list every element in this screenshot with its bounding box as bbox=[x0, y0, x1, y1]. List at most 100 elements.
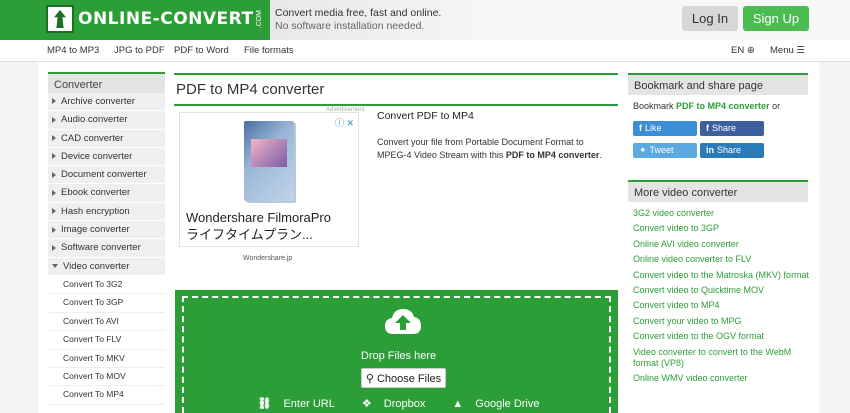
twitter-tweet-button[interactable]: ✦ Tweet bbox=[633, 143, 697, 158]
sidebar-item-device[interactable]: Device converter bbox=[48, 147, 165, 167]
nav-jpg-to-pdf[interactable]: JPG to PDF bbox=[114, 45, 165, 56]
sidebar-item-video[interactable]: Video converter bbox=[48, 257, 165, 276]
sidebar-sub-3g2[interactable]: Convert To 3G2 bbox=[48, 275, 165, 295]
sidebar-item-label: Device converter bbox=[61, 150, 133, 162]
sidebar-item-software[interactable]: Software converter bbox=[48, 239, 165, 258]
logo-text: ONLINE-CONVERT bbox=[78, 9, 254, 29]
sidebar-sub-mov[interactable]: Convert To MOV bbox=[48, 367, 165, 387]
link-mp4[interactable]: Convert video to MP4 bbox=[633, 300, 811, 311]
link-mpg[interactable]: Convert your video to MPG bbox=[633, 316, 811, 327]
cloud-upload-icon bbox=[385, 309, 421, 334]
link-mov[interactable]: Convert video to Quicktime MOV bbox=[633, 285, 811, 296]
dropbox-button[interactable]: ❖ Dropbox bbox=[356, 398, 431, 410]
caret-right-icon bbox=[52, 189, 56, 196]
link-flv[interactable]: Online video converter to FLV bbox=[633, 254, 811, 265]
enter-url-label: Enter URL bbox=[283, 398, 335, 410]
tagline-line-2: No software installation needed. bbox=[275, 20, 425, 32]
facebook-share-button[interactable]: f Share bbox=[700, 121, 764, 136]
language-label: EN bbox=[731, 45, 745, 56]
google-drive-icon: ▲ bbox=[452, 398, 464, 410]
hamburger-icon: ☰ bbox=[796, 45, 805, 56]
sidebar-item-archive[interactable]: Archive converter bbox=[48, 93, 165, 112]
signup-button[interactable]: Sign Up bbox=[743, 6, 809, 31]
link-mkv[interactable]: Convert video to the Matroska (MKV) form… bbox=[633, 270, 811, 281]
drop-zone-border: Drop Files here ⚲ Choose Files ⛓ Enter UR… bbox=[182, 296, 611, 413]
link-3gp[interactable]: Convert video to 3GP bbox=[633, 223, 811, 234]
bookmark-link[interactable]: PDF to MP4 converter bbox=[676, 101, 770, 111]
description-end: . bbox=[599, 149, 602, 160]
tagline: Convert media free, fast and online. No … bbox=[275, 7, 441, 33]
sidebar-sub-avi[interactable]: Convert To AVI bbox=[48, 312, 165, 332]
facebook-icon: f bbox=[706, 123, 709, 133]
ad-source[interactable]: Wondershare.jp bbox=[243, 255, 292, 262]
link-webm[interactable]: Video converter to convert to the WebM f… bbox=[633, 347, 811, 369]
drop-files-label: Drop Files here bbox=[360, 350, 437, 362]
bookmark-text: Bookmark PDF to MP4 converter or bbox=[633, 101, 780, 111]
navbar: MP4 to MP3 JPG to PDF PDF to Word File f… bbox=[0, 40, 850, 62]
sidebar-item-image[interactable]: Image converter bbox=[48, 221, 165, 240]
ad-choices-icon[interactable]: ⓘ ✕ bbox=[335, 116, 354, 129]
menu-button[interactable]: Menu ☰ bbox=[770, 45, 805, 56]
bookmark-prefix: Bookmark bbox=[633, 101, 674, 111]
link-wmv[interactable]: Online WMV video converter bbox=[633, 373, 811, 384]
dropbox-icon: ❖ bbox=[361, 398, 372, 410]
sidebar-item-label: Document converter bbox=[61, 169, 147, 181]
google-drive-button[interactable]: ▲ Google Drive bbox=[446, 398, 545, 410]
file-drop-zone[interactable]: Drop Files here ⚲ Choose Files ⛓ Enter UR… bbox=[175, 290, 618, 413]
sidebar-item-document[interactable]: Document converter bbox=[48, 166, 165, 185]
sidebar-item-label: Ebook converter bbox=[61, 187, 131, 199]
facebook-like-label: Like bbox=[645, 123, 662, 133]
link-icon: ⛓ bbox=[257, 398, 272, 410]
linkedin-share-label: Share bbox=[717, 145, 742, 155]
top-header: ONLINE-CONVERT .COM Convert media free, … bbox=[0, 0, 850, 40]
sidebar-item-label: Audio converter bbox=[61, 114, 128, 126]
facebook-icon: f bbox=[639, 123, 642, 133]
page-title: PDF to MP4 converter bbox=[174, 73, 618, 106]
facebook-like-button[interactable]: f Like bbox=[633, 121, 697, 136]
description-text: Convert your file from Portable Document… bbox=[377, 136, 613, 161]
sidebar-item-label: Image converter bbox=[61, 224, 130, 236]
menu-label: Menu bbox=[770, 45, 794, 56]
language-selector[interactable]: EN ⊕ bbox=[731, 45, 755, 56]
logo-com: .COM bbox=[255, 9, 263, 29]
sidebar-sub-flv[interactable]: Convert To FLV bbox=[48, 331, 165, 350]
sidebar-sub-3gp[interactable]: Convert To 3GP bbox=[48, 294, 165, 313]
sidebar-item-hash[interactable]: Hash encryption bbox=[48, 202, 165, 222]
caret-right-icon bbox=[52, 98, 56, 105]
site-logo[interactable]: ONLINE-CONVERT .COM bbox=[46, 4, 263, 34]
nav-pdf-to-word[interactable]: PDF to Word bbox=[174, 45, 229, 56]
login-button[interactable]: Log In bbox=[682, 6, 738, 31]
converter-sidebar: Converter Archive converter Audio conver… bbox=[48, 72, 165, 405]
link-avi[interactable]: Online AVI video converter bbox=[633, 239, 811, 250]
sidebar-item-cad[interactable]: CAD converter bbox=[48, 129, 165, 148]
nav-file-formats[interactable]: File formats bbox=[244, 45, 294, 56]
sidebar-sub-mkv[interactable]: Convert To MKV bbox=[48, 349, 165, 368]
sidebar-item-label: CAD converter bbox=[61, 132, 124, 144]
more-converters-heading: More video converter bbox=[628, 180, 808, 202]
link-3g2[interactable]: 3G2 video converter bbox=[633, 208, 811, 219]
caret-right-icon bbox=[52, 244, 56, 251]
advertisement[interactable]: ⓘ ✕ Wondershare FilmoraPro ライフタイムプラン... bbox=[179, 112, 359, 247]
ad-title[interactable]: Wondershare FilmoraPro ライフタイムプラン... bbox=[186, 209, 331, 243]
enter-url-button[interactable]: ⛓ Enter URL bbox=[252, 398, 341, 410]
twitter-icon: ✦ bbox=[639, 145, 647, 155]
search-icon: ⚲ bbox=[365, 372, 374, 385]
choose-files-button[interactable]: ⚲ Choose Files bbox=[361, 368, 446, 388]
nav-mp4-to-mp3[interactable]: MP4 to MP3 bbox=[47, 45, 99, 56]
sidebar-item-label: Archive converter bbox=[61, 96, 135, 107]
linkedin-share-button[interactable]: in Share bbox=[700, 143, 764, 158]
sidebar-item-audio[interactable]: Audio converter bbox=[48, 111, 165, 130]
sidebar-heading: Converter bbox=[48, 72, 165, 93]
sidebar-sub-mp4[interactable]: Convert To MP4 bbox=[48, 386, 165, 405]
globe-icon: ⊕ bbox=[746, 45, 755, 56]
link-ogv[interactable]: Convert video to the OGV format bbox=[633, 331, 811, 342]
caret-right-icon bbox=[52, 153, 56, 160]
sidebar-item-ebook[interactable]: Ebook converter bbox=[48, 184, 165, 203]
ad-title-line-2: ライフタイムプラン... bbox=[186, 227, 313, 242]
choose-files-label: Choose Files bbox=[376, 372, 442, 385]
facebook-share-label: Share bbox=[712, 123, 737, 133]
sidebar-item-label: Software converter bbox=[61, 242, 141, 254]
caret-right-icon bbox=[52, 116, 56, 123]
description-heading: Convert PDF to MP4 bbox=[377, 110, 474, 122]
ad-title-line-1: Wondershare FilmoraPro bbox=[186, 210, 331, 225]
